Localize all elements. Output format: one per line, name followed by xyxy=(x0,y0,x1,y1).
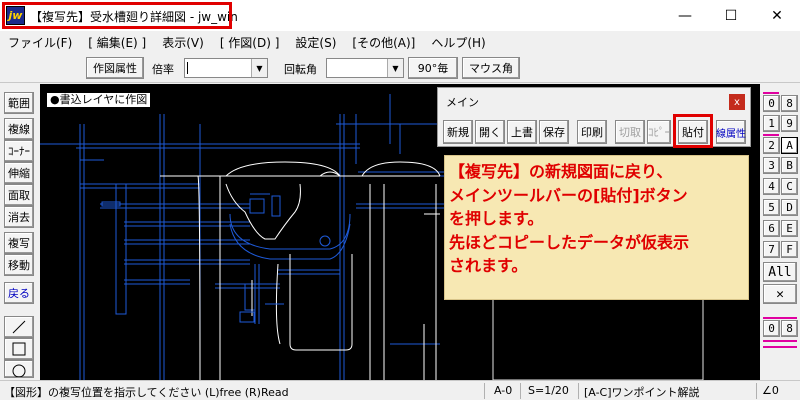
layer-group-1-button[interactable]: 1 xyxy=(763,115,780,132)
menu-view[interactable]: 表示(V) xyxy=(154,31,212,51)
circle-tool-icon[interactable] xyxy=(4,360,34,378)
status-angle[interactable]: ∠0 xyxy=(762,384,779,397)
layer-8-button[interactable]: 8 xyxy=(781,95,798,112)
layer-group-3-button[interactable]: 3 xyxy=(763,157,780,174)
menu-edit[interactable]: [ 編集(E) ] xyxy=(80,31,154,51)
menu-draw[interactable]: [ 作図(D) ] xyxy=(212,31,288,51)
main-toolbar-window[interactable]: メイン x 新規 開く 上書 保存 印刷 切取 ｺﾋﾟｰ 貼付 線属性 xyxy=(437,87,751,148)
left-tool-panel: 範囲 複線 ｺｰﾅｰ 伸縮 面取 消去 複写 移動 戻る xyxy=(0,84,40,380)
rotate-label: 回転角 xyxy=(284,63,317,76)
text-caret xyxy=(187,62,188,74)
mouse-angle-button[interactable]: マウス角 xyxy=(462,57,520,79)
status-bar: 【図形】の複写位置を指示してください (L)free (R)Read A-0 S… xyxy=(0,380,800,400)
pink-indicator xyxy=(763,340,797,342)
layer-x-icon[interactable]: ✕ xyxy=(763,284,797,304)
status-message: 【図形】の複写位置を指示してください (L)free (R)Read xyxy=(4,386,289,399)
instruction-callout: 【複写先】の新規図面に戻り、 メインツールバーの[貼付]ボタン を押します。 先… xyxy=(444,155,749,300)
tool-corner-button[interactable]: ｺｰﾅｰ xyxy=(4,140,34,162)
rotate-combo[interactable]: ▼ xyxy=(326,58,404,78)
close-icon[interactable]: x xyxy=(729,94,745,110)
layer-panel: 0 8 1 9 2 A 3 B 4 C 5 D 6 E 7 F All ✕ 0 … xyxy=(760,84,800,380)
callout-line: 先ほどコピーしたデータが仮表示 xyxy=(449,232,690,252)
layer-a-button[interactable]: A xyxy=(781,137,798,154)
status-divider xyxy=(756,383,757,399)
callout-line: されます。 xyxy=(449,256,528,275)
pink-indicator xyxy=(763,134,779,136)
copy-button[interactable]: ｺﾋﾟｰ xyxy=(647,120,671,144)
cut-button[interactable]: 切取 xyxy=(615,120,645,144)
close-button[interactable]: ✕ xyxy=(754,0,800,31)
minimize-button[interactable]: — xyxy=(662,0,708,31)
layer-group-2-button[interactable]: 2 xyxy=(763,137,780,154)
save-button[interactable]: 保存 xyxy=(539,120,569,144)
status-help[interactable]: [A-C]ワンポイント解説 xyxy=(584,384,700,400)
callout-line: 【複写先】の新規図面に戻り、 xyxy=(449,162,673,181)
layer-group-bottom-8-button[interactable]: 8 xyxy=(781,320,798,337)
tool-move-button[interactable]: 移動 xyxy=(4,254,34,276)
layer-group-4-button[interactable]: 4 xyxy=(763,178,780,195)
print-button[interactable]: 印刷 xyxy=(577,120,607,144)
write-layer-label: ●書込レイヤに作図 xyxy=(46,92,152,108)
menu-help[interactable]: ヘルプ(H) xyxy=(423,31,493,51)
menu-file[interactable]: ファイル(F) xyxy=(0,31,80,51)
layer-b-button[interactable]: B xyxy=(781,157,798,174)
chevron-down-icon[interactable]: ▼ xyxy=(387,59,403,77)
pink-indicator xyxy=(763,346,797,348)
main-toolbar-title: メイン xyxy=(446,96,479,109)
overwrite-button[interactable]: 上書 xyxy=(507,120,537,144)
status-divider xyxy=(578,383,579,399)
layer-c-button[interactable]: C xyxy=(781,178,798,195)
title-highlight-box xyxy=(2,2,232,29)
layer-group-5-button[interactable]: 5 xyxy=(763,199,780,216)
control-toolbar: 作図属性 倍率 ▼ 回転角 ▼ 90°毎 マウス角 xyxy=(0,51,800,83)
layer-d-button[interactable]: D xyxy=(781,199,798,216)
tool-range-button[interactable]: 範囲 xyxy=(4,92,34,114)
deg90-button[interactable]: 90°毎 xyxy=(408,57,458,79)
layer-e-button[interactable]: E xyxy=(781,220,798,237)
line-tool-icon[interactable] xyxy=(4,316,34,338)
tool-erase-button[interactable]: 消去 xyxy=(4,206,34,228)
menu-other[interactable]: [その他(A)] xyxy=(344,31,423,51)
tool-extend-button[interactable]: 伸縮 xyxy=(4,162,34,184)
tool-copy-button[interactable]: 複写 xyxy=(4,232,34,254)
status-layer[interactable]: A-0 xyxy=(494,384,512,397)
callout-line: メインツールバーの[貼付]ボタン xyxy=(449,185,688,205)
layer-group-bottom-0-button[interactable]: 0 xyxy=(763,320,780,337)
layer-group-0-button[interactable]: 0 xyxy=(763,95,780,112)
layer-9-button[interactable]: 9 xyxy=(781,115,798,132)
layer-f-button[interactable]: F xyxy=(781,241,798,258)
chevron-down-icon[interactable]: ▼ xyxy=(251,59,267,77)
status-divider xyxy=(520,383,521,399)
menu-settings[interactable]: 設定(S) xyxy=(287,31,344,51)
paste-highlight-box xyxy=(673,114,713,148)
tool-offset-button[interactable]: 複線 xyxy=(4,118,34,140)
status-divider xyxy=(484,383,485,399)
open-button[interactable]: 開く xyxy=(475,120,505,144)
status-scale[interactable]: S=1/20 xyxy=(528,384,569,397)
tool-undo-button[interactable]: 戻る xyxy=(4,282,34,304)
line-attribute-button[interactable]: 線属性 xyxy=(716,120,746,144)
layer-all-button[interactable]: All xyxy=(763,262,797,282)
title-bar: jw 【複写先】受水槽廻り詳細図 - jw_win — ☐ ✕ xyxy=(0,0,800,31)
menu-bar: ファイル(F) [ 編集(E) ] 表示(V) [ 作図(D) ] 設定(S) … xyxy=(0,31,800,51)
rectangle-tool-icon[interactable] xyxy=(4,338,34,360)
scale-combo[interactable]: ▼ xyxy=(184,58,268,78)
tool-chamfer-button[interactable]: 面取 xyxy=(4,184,34,206)
new-button[interactable]: 新規 xyxy=(443,120,473,144)
maximize-button[interactable]: ☐ xyxy=(708,0,754,31)
callout-line: を押します。 xyxy=(449,209,544,228)
layer-group-7-button[interactable]: 7 xyxy=(763,241,780,258)
layer-group-6-button[interactable]: 6 xyxy=(763,220,780,237)
pink-indicator xyxy=(763,92,779,94)
scale-label: 倍率 xyxy=(152,63,174,76)
draw-attribute-button[interactable]: 作図属性 xyxy=(86,57,144,79)
pink-indicator xyxy=(763,317,797,319)
